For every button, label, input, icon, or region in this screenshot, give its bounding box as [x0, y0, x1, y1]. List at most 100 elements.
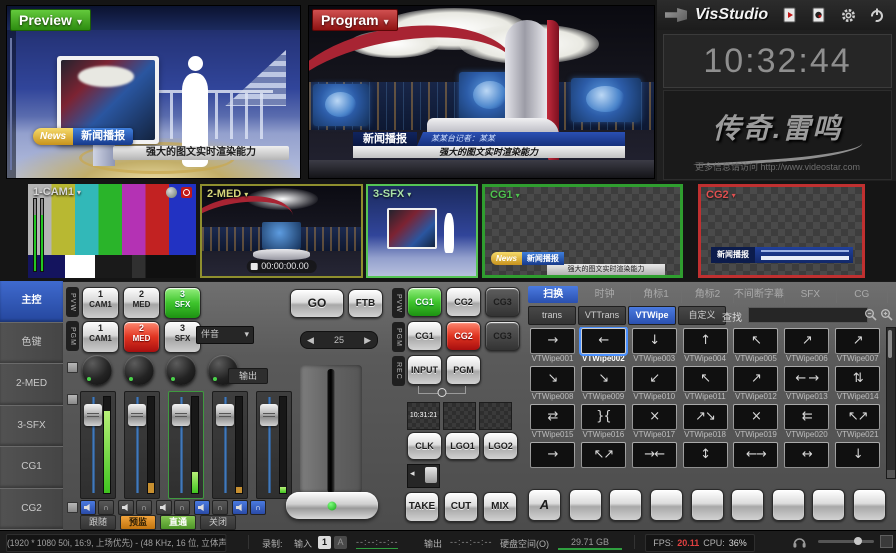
logo2-overlay-thumb[interactable]	[479, 402, 512, 430]
logo1-overlay-thumb[interactable]	[443, 402, 476, 430]
wipe-extra-4[interactable]: ↕	[681, 441, 730, 477]
statusbar-option-box[interactable]	[880, 535, 893, 548]
transition-button-MIX[interactable]: MIX	[483, 492, 517, 522]
effects-tool-button-4[interactable]	[650, 489, 683, 521]
headphone-icon[interactable]	[792, 535, 807, 551]
fader-handle-ch1[interactable]	[84, 404, 102, 426]
effects-subtab-trans[interactable]: trans	[528, 306, 576, 325]
headphone-button-ch5[interactable]: ∩	[250, 500, 266, 515]
effects-tab-角标1[interactable]: 角标1	[631, 286, 682, 303]
clock-overlay-thumb[interactable]: 10:31:21	[407, 402, 440, 430]
pgm-source-button-MED[interactable]: 2MED	[123, 321, 160, 353]
effects-tool-button-2[interactable]	[569, 489, 602, 521]
fader-ch1[interactable]	[80, 391, 116, 499]
audio-mode-ch2[interactable]: 预监	[120, 515, 156, 530]
audio-mode-ch1[interactable]: 跟随	[80, 515, 116, 530]
pvw-source-button-SFX[interactable]: 3SFX	[164, 287, 201, 319]
fader-handle-ch5[interactable]	[260, 404, 278, 426]
effects-tool-button-8[interactable]	[812, 489, 845, 521]
sidebar-tab-CG1[interactable]: CG1	[0, 447, 63, 489]
wipe-VTWipe009[interactable]: ↘VTWipe009	[579, 365, 628, 403]
fader-ch5[interactable]	[256, 391, 292, 499]
effects-tab-CG[interactable]: CG	[837, 286, 888, 303]
fader-ch3[interactable]	[168, 391, 204, 499]
knob-row-checkbox[interactable]	[67, 362, 78, 373]
sidebar-tab-主控[interactable]: 主控	[0, 281, 63, 323]
preview-source-selector[interactable]: Preview▾	[10, 9, 91, 31]
effects-tool-button-5[interactable]	[691, 489, 724, 521]
speaker-button-ch1[interactable]	[80, 500, 96, 515]
effects-subtab-自定义[interactable]: 自定义	[678, 306, 726, 325]
overlay-opacity-slider[interactable]	[407, 464, 440, 488]
source-label-cam1[interactable]: 1-CAM1▾	[33, 186, 81, 198]
transition-button-TAKE[interactable]: TAKE	[405, 492, 439, 522]
record-file-button[interactable]	[809, 5, 829, 25]
speaker-button-ch5[interactable]	[232, 500, 248, 515]
wipe-extra-6[interactable]: ↔	[782, 441, 831, 477]
source-thumb-cg2[interactable]: CG2▾ 新闻播报	[698, 184, 865, 278]
wipe-VTWipe015[interactable]: ⇄VTWipe015	[528, 403, 577, 441]
effects-tab-角标2[interactable]: 角标2	[682, 286, 733, 303]
stop-icon[interactable]	[250, 263, 257, 270]
wipe-VTWipe006[interactable]: ↗VTWipe006	[782, 327, 831, 365]
speaker-button-ch2[interactable]	[118, 500, 134, 515]
monitor-volume-slider[interactable]	[818, 540, 874, 543]
wipe-extra-3[interactable]: →←	[630, 441, 679, 477]
audio-status-icon[interactable]	[166, 187, 177, 198]
sidebar-tab-色键[interactable]: 色键	[0, 323, 63, 365]
effects-tool-button-7[interactable]	[772, 489, 805, 521]
wipe-extra-2[interactable]: ↖↗	[579, 441, 628, 477]
input-channel-a[interactable]: A	[334, 536, 347, 549]
overlay-button-CLK[interactable]: CLK	[407, 432, 442, 460]
wipe-VTWipe021[interactable]: ↖↗VTWipe021	[833, 403, 882, 441]
pan-knob-ch1[interactable]	[82, 355, 112, 385]
wipe-VTWipe012[interactable]: ↗VTWipe012	[731, 365, 780, 403]
effects-tool-button-3[interactable]	[609, 489, 642, 521]
effects-tab-扫换[interactable]: 扫换	[528, 286, 579, 303]
pvw-source-button-CAM1[interactable]: 1CAM1	[82, 287, 119, 319]
wipe-extra-5[interactable]: ←→	[731, 441, 780, 477]
wipe-VTWipe020[interactable]: ⇇VTWipe020	[782, 403, 831, 441]
source-thumb-med[interactable]: 2-MED▾ 00:00:00.00	[200, 184, 363, 278]
fader-ch4[interactable]	[212, 391, 248, 499]
pvw-cg-button-CG1[interactable]: CG1	[407, 287, 442, 317]
wipe-VTWipe013[interactable]: ← →VTWipe013	[782, 365, 831, 403]
sidebar-tab-3-SFX[interactable]: 3-SFX	[0, 406, 63, 448]
fader-handle-ch2[interactable]	[128, 404, 146, 426]
source-label-cg1[interactable]: CG1▾	[490, 189, 520, 201]
fader-ch2[interactable]	[124, 391, 160, 499]
increment-arrow-icon[interactable]: ▶	[364, 335, 371, 346]
fader-handle-ch4[interactable]	[216, 404, 234, 426]
input-channel-1[interactable]: 1	[318, 536, 331, 549]
effects-tab-SFX[interactable]: SFX	[785, 286, 836, 303]
mute-row-checkbox[interactable]	[67, 502, 78, 513]
wipe-grid-scrollbar[interactable]	[886, 327, 896, 479]
ftb-button[interactable]: FTB	[348, 289, 383, 318]
sidebar-tab-CG2[interactable]: CG2	[0, 489, 63, 531]
effects-subtab-VTTrans[interactable]: VTTrans	[578, 306, 626, 325]
pan-knob-ch2[interactable]	[124, 355, 154, 385]
overlay-button-LGO1[interactable]: LGO1	[445, 432, 480, 460]
wipe-VTWipe002[interactable]: ←VTWipe002	[579, 327, 628, 365]
wipe-VTWipe008[interactable]: ↘VTWipe008	[528, 365, 577, 403]
t-bar-track[interactable]	[300, 365, 362, 493]
wipe-VTWipe018[interactable]: ↗↘VTWipe018	[681, 403, 730, 441]
sidebar-tab-2-MED[interactable]: 2-MED	[0, 364, 63, 406]
source-label-sfx[interactable]: 3-SFX▾	[373, 188, 411, 200]
search-minus-icon[interactable]	[864, 308, 877, 321]
pvw-cg-button-CG2[interactable]: CG2	[446, 287, 481, 317]
volume-slider-handle[interactable]	[854, 537, 862, 545]
headphone-button-ch1[interactable]: ∩	[98, 500, 114, 515]
pgm-cg-button-CG1[interactable]: CG1	[407, 321, 442, 351]
effects-subtab-VTWipe[interactable]: VTWipe	[628, 306, 676, 325]
wipe-VTWipe003[interactable]: ↓VTWipe003	[630, 327, 679, 365]
wipe-extra-1[interactable]: →	[528, 441, 577, 477]
go-button[interactable]: GO	[290, 289, 344, 318]
speaker-button-ch3[interactable]	[156, 500, 172, 515]
pgm-source-button-CAM1[interactable]: 1CAM1	[82, 321, 119, 353]
source-thumb-cg1[interactable]: CG1▾ News 新闻播报 强大的图文实时渲染能力	[482, 184, 683, 278]
fader-handle-ch3[interactable]	[172, 404, 190, 426]
headphone-button-ch3[interactable]: ∩	[174, 500, 190, 515]
source-label-cg2[interactable]: CG2▾	[706, 189, 736, 201]
wipe-VTWipe001[interactable]: →VTWipe001	[528, 327, 577, 365]
